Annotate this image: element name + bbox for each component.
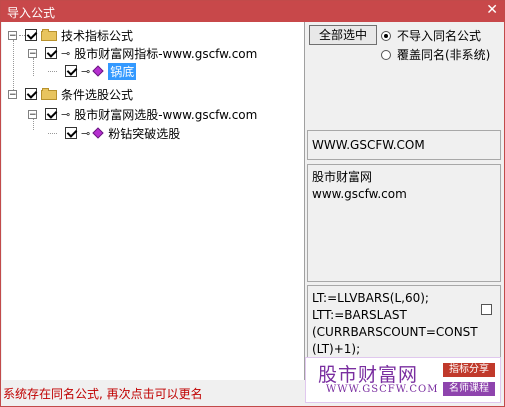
options-panel: 全部选中 不导入同名公式 覆盖同名(非系统) WWW.GSCFW.COM 股市财… — [305, 22, 505, 380]
close-icon[interactable]: ✕ — [486, 2, 498, 18]
folder-icon — [41, 29, 57, 41]
radio-label: 覆盖同名(非系统) — [397, 48, 491, 62]
radio-overwrite[interactable]: 覆盖同名(非系统) — [381, 46, 490, 63]
collapse-icon[interactable]: − — [28, 48, 37, 58]
description-box: 股市财富网 www.gscfw.com — [307, 164, 501, 282]
collapse-icon[interactable]: − — [8, 89, 17, 99]
radio-dot[interactable] — [381, 49, 391, 60]
tree-node-label: 股市财富网选股-www.gscfw.com — [74, 107, 258, 122]
site-url-box: WWW.GSCFW.COM — [307, 130, 501, 160]
title-bar: 导入公式 ✕ — [1, 1, 504, 22]
window-title: 导入公式 — [7, 6, 56, 20]
tree-checkbox[interactable] — [65, 65, 77, 77]
select-all-button[interactable]: 全部选中 — [309, 25, 377, 45]
tree-checkbox[interactable] — [25, 29, 37, 41]
collapse-icon[interactable]: − — [28, 109, 37, 119]
watermark-title: 股市财富网 — [318, 364, 419, 386]
radio-no-import[interactable]: 不导入同名公式 — [381, 27, 481, 44]
site-url-text: WWW.GSCFW.COM — [312, 138, 425, 152]
radio-dot[interactable] — [381, 30, 391, 41]
formula-gem-icon — [92, 127, 104, 139]
radio-label: 不导入同名公式 — [397, 29, 482, 43]
description-line-2: www.gscfw.com — [312, 187, 407, 201]
folder-icon — [41, 88, 57, 100]
tree-node-guodi[interactable]: ⊸ 锅底 — [48, 62, 137, 80]
tree-checkbox[interactable] — [65, 127, 77, 139]
status-message: 系统存在同名公式, 再次点击可以更名 — [3, 387, 203, 401]
tree-checkbox[interactable] — [45, 108, 57, 120]
key-icon: ⊸ — [61, 107, 71, 121]
formula-checkbox[interactable] — [481, 304, 492, 315]
tree-node-label: 粉钻突破选股 — [108, 126, 181, 141]
tree-node-gscfw-indicators[interactable]: − ⊸ 股市财富网指标-www.gscfw.com — [28, 44, 257, 62]
tree-node-stock-selection[interactable]: − 条件选股公式 — [8, 85, 133, 103]
formula-source-text: LT:=LLVBARS(L,60); LTT:=BARSLAST (CURRBA… — [312, 291, 478, 356]
tree-node-label: 技术指标公式 — [61, 28, 134, 43]
key-icon: ⊸ — [61, 46, 71, 60]
tree-checkbox[interactable] — [45, 47, 57, 59]
link-icon: ⊸ — [81, 126, 91, 140]
watermark-tag-top: 指标分享 — [443, 363, 495, 377]
formula-gem-icon — [92, 65, 104, 77]
tree-checkbox[interactable] — [25, 88, 37, 100]
tree-node-label: 锅底 — [108, 62, 137, 80]
watermark-tag-bottom: 名师课程 — [443, 382, 495, 396]
watermark-logo: 股市财富网 WWW.GSCFW.COM 指标分享 名师课程 — [305, 357, 501, 403]
tree-node-fenzuan[interactable]: ⊸ 粉钻突破选股 — [48, 124, 180, 142]
tree-node-technical-indicators[interactable]: − 技术指标公式 — [8, 26, 133, 44]
link-icon: ⊸ — [81, 64, 91, 78]
description-line-1: 股市财富网 — [312, 170, 373, 184]
formula-tree: − 技术指标公式 − ⊸ 股市财富网指标-www.gscfw.com ⊸ 锅底 … — [2, 22, 305, 380]
tree-node-gscfw-selection[interactable]: − ⊸ 股市财富网选股-www.gscfw.com — [28, 105, 257, 123]
tree-node-label: 股市财富网指标-www.gscfw.com — [74, 46, 258, 61]
watermark-url: WWW.GSCFW.COM — [326, 384, 439, 395]
collapse-icon[interactable]: − — [8, 30, 17, 40]
tree-node-label: 条件选股公式 — [61, 87, 134, 102]
import-formula-window: 导入公式 ✕ − 技术指标公式 − ⊸ 股市财富网指标-www.gscfw.co… — [0, 0, 505, 407]
